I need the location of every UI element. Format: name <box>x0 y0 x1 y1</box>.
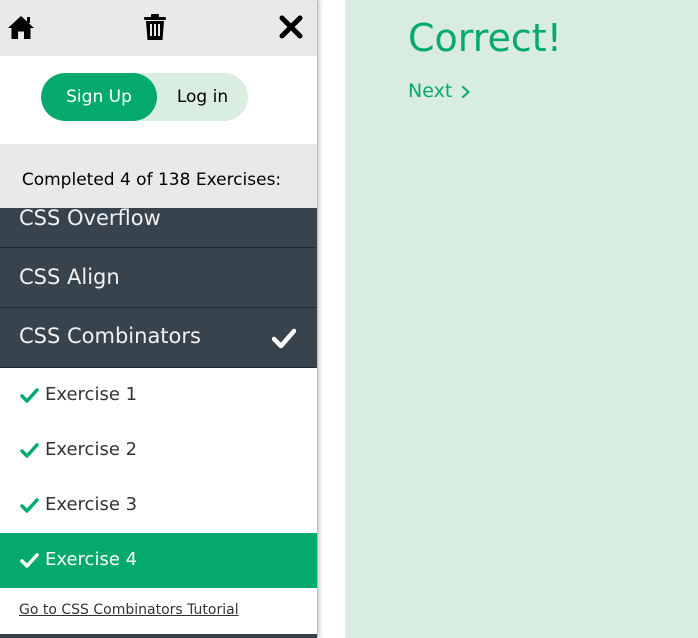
exercise-label: Exercise 1 <box>45 384 138 405</box>
progress-section-overlay: Completed 4 of 138 Exercises: <box>0 144 317 208</box>
next-label: Next <box>408 80 453 102</box>
next-link[interactable]: Next <box>408 80 472 102</box>
topic-label: CSS Combinators <box>19 324 201 348</box>
check-icon <box>20 442 39 459</box>
exercise-sidebar: Sign Up Log in Completed 4 of 138 Exerci… <box>0 0 318 638</box>
auth-section: Sign Up Log in <box>0 56 317 144</box>
home-icon[interactable] <box>6 12 36 42</box>
progress-text: Completed 4 of 138 Exercises: <box>21 170 282 190</box>
check-icon <box>20 552 39 569</box>
chevron-right-icon <box>462 85 470 98</box>
sidebar-toolbar <box>0 0 317 56</box>
check-icon <box>20 497 39 514</box>
topic-label: CSS Align <box>19 265 120 289</box>
exercise-item-4[interactable]: Exercise 4 <box>0 533 317 588</box>
result-panel: Correct! Next <box>345 0 698 638</box>
trash-icon[interactable] <box>140 12 170 42</box>
exercise-item-3[interactable]: Exercise 3 <box>0 478 317 533</box>
check-icon <box>20 387 39 404</box>
signup-button[interactable]: Sign Up <box>41 73 157 121</box>
check-icon <box>271 326 297 350</box>
sidebar-bottom-bar <box>0 634 317 638</box>
exercise-label: Exercise 3 <box>45 494 138 515</box>
exercise-label: Exercise 2 <box>45 439 138 460</box>
topic-css-align[interactable]: CSS Align <box>0 248 317 308</box>
tutorial-link[interactable]: Go to CSS Combinators Tutorial <box>19 602 239 618</box>
exercise-item-2[interactable]: Exercise 2 <box>0 423 317 478</box>
auth-toggle: Sign Up Log in <box>41 73 248 121</box>
login-button[interactable]: Log in <box>157 73 248 121</box>
result-heading: Correct! <box>408 16 562 60</box>
exercise-item-1[interactable]: Exercise 1 <box>0 368 317 423</box>
topic-label: CSS Overflow <box>19 206 161 230</box>
exercise-label: Exercise 4 <box>45 549 138 570</box>
close-icon[interactable] <box>276 12 306 42</box>
topic-css-combinators[interactable]: CSS Combinators <box>0 308 317 368</box>
